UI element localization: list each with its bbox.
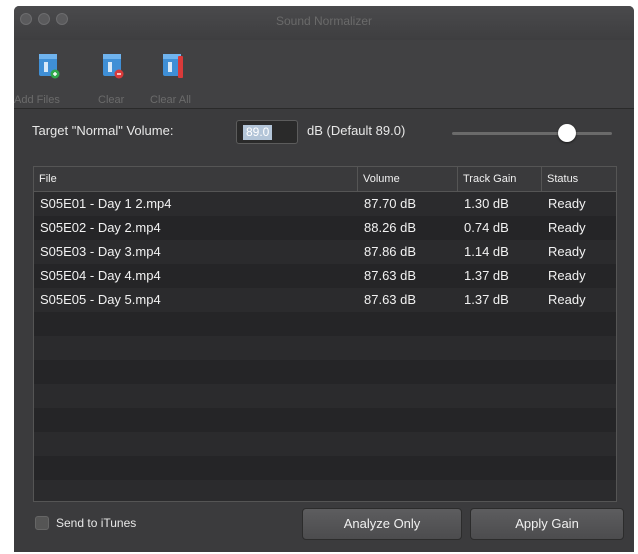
empty-row (34, 384, 616, 408)
apply-gain-button[interactable]: Apply Gain (470, 508, 624, 540)
column-header-volume[interactable]: Volume (358, 167, 458, 191)
volume-cell: 87.70 dB (364, 196, 417, 211)
clear-button[interactable]: Clear (84, 50, 140, 108)
column-header-track-gain[interactable]: Track Gain (458, 167, 542, 191)
track-gain-cell: 1.14 dB (464, 244, 509, 259)
window-title: Sound Normalizer (275, 14, 373, 28)
volume-cell: 87.86 dB (364, 244, 417, 259)
status-cell: Ready (548, 268, 586, 283)
clear-icon (103, 54, 124, 79)
volume-slider-knob[interactable] (558, 124, 576, 142)
empty-row (34, 408, 616, 432)
send-to-itunes-checkbox[interactable] (35, 516, 49, 530)
analyze-only-button[interactable]: Analyze Only (302, 508, 462, 540)
table-row[interactable]: S05E03 - Day 3.mp4 87.86 dB 1.14 dB Read… (34, 240, 616, 264)
file-cell: S05E01 - Day 1 2.mp4 (40, 196, 172, 211)
track-gain-cell: 1.37 dB (464, 268, 509, 283)
file-cell: S05E03 - Day 3.mp4 (40, 244, 161, 259)
add-files-icon (39, 54, 60, 79)
target-volume-input[interactable]: 89.0 (236, 120, 298, 144)
empty-row (34, 312, 616, 336)
add-files-label: Add Files (14, 94, 60, 106)
empty-row (34, 456, 616, 480)
table-header: File Volume Track Gain Status (34, 167, 616, 192)
empty-row (34, 480, 616, 501)
empty-row (34, 336, 616, 360)
volume-cell: 87.63 dB (364, 292, 417, 307)
clear-all-label: Clear All (150, 94, 191, 106)
track-gain-cell: 0.74 dB (464, 220, 509, 235)
column-header-status[interactable]: Status (542, 167, 616, 191)
empty-row (34, 432, 616, 456)
title-bar: Sound Normalizer (14, 6, 634, 40)
volume-cell: 87.63 dB (364, 268, 417, 283)
default-volume-text: dB (Default 89.0) (307, 123, 406, 138)
table-row[interactable]: S05E04 - Day 4.mp4 87.63 dB 1.37 dB Read… (34, 264, 616, 288)
target-volume-row: Target "Normal" Volume: 89.0 dB (Default… (14, 112, 634, 152)
status-cell: Ready (548, 220, 586, 235)
file-cell: S05E02 - Day 2.mp4 (40, 220, 161, 235)
table-row[interactable]: S05E01 - Day 1 2.mp4 87.70 dB 1.30 dB Re… (34, 192, 616, 216)
empty-row (34, 360, 616, 384)
file-cell: S05E04 - Day 4.mp4 (40, 268, 161, 283)
toolbar: Add Files Clear Clear All (14, 40, 634, 109)
file-cell: S05E05 - Day 5.mp4 (40, 292, 161, 307)
clear-all-button[interactable]: Clear All (144, 50, 200, 108)
send-to-itunes-label[interactable]: Send to iTunes (56, 516, 136, 530)
track-gain-cell: 1.30 dB (464, 196, 509, 211)
status-cell: Ready (548, 196, 586, 211)
file-table: File Volume Track Gain Status S05E01 - D… (33, 166, 617, 502)
table-row[interactable]: S05E02 - Day 2.mp4 88.26 dB 0.74 dB Read… (34, 216, 616, 240)
app-window: Sound Normalizer Add Files Clear Clear A… (14, 6, 634, 552)
target-volume-value: 89.0 (243, 125, 273, 140)
column-header-file[interactable]: File (34, 167, 358, 191)
add-files-button[interactable]: Add Files (14, 50, 76, 108)
table-body: S05E01 - Day 1 2.mp4 87.70 dB 1.30 dB Re… (34, 192, 616, 501)
target-volume-label: Target "Normal" Volume: (32, 123, 174, 138)
status-cell: Ready (548, 292, 586, 307)
clear-all-icon (163, 54, 183, 78)
track-gain-cell: 1.37 dB (464, 292, 509, 307)
volume-slider[interactable] (452, 124, 612, 142)
table-row[interactable]: S05E05 - Day 5.mp4 87.63 dB 1.37 dB Read… (34, 288, 616, 312)
volume-cell: 88.26 dB (364, 220, 417, 235)
footer-bar: Send to iTunes Analyze Only Apply Gain (14, 502, 634, 552)
status-cell: Ready (548, 244, 586, 259)
